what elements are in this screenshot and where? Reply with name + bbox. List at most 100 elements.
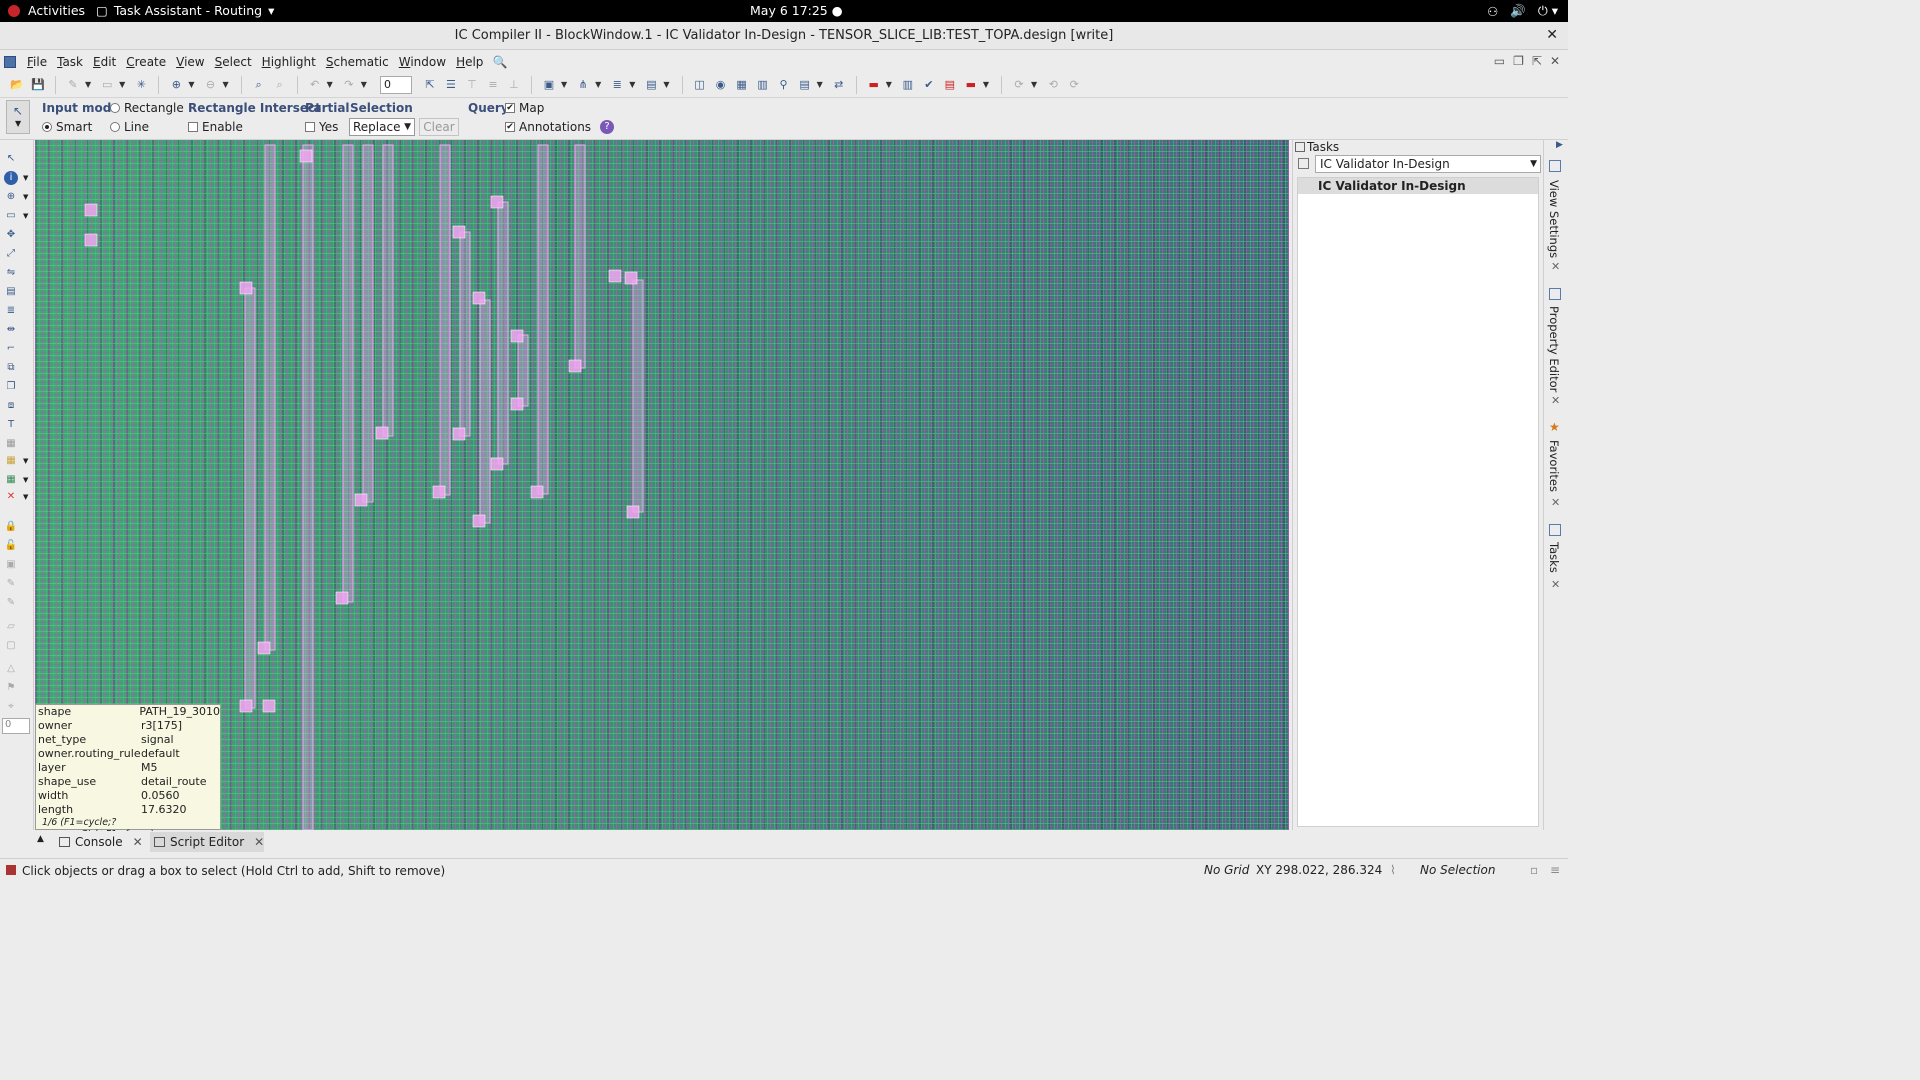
dropdown-arrow[interactable]: ▼ [23, 193, 28, 201]
highlighted-route[interactable] [517, 334, 529, 407]
zoom-area-icon[interactable]: ⊖ [201, 76, 219, 94]
search-icon[interactable]: 🔍 [492, 55, 507, 69]
dropdown-arrow[interactable]: ▼ [119, 80, 125, 89]
delete-icon[interactable]: ✕ [4, 490, 18, 504]
copy-icon[interactable]: ⧉ [4, 361, 18, 375]
highlighted-route[interactable] [342, 144, 354, 603]
highlighted-via[interactable] [490, 457, 504, 471]
highlighted-via[interactable] [452, 225, 466, 239]
highlighted-via[interactable] [472, 291, 486, 305]
tab-console[interactable]: Console ✕ [55, 832, 143, 852]
dropdown-arrow[interactable]: ▼ [886, 80, 892, 89]
dropdown-arrow[interactable]: ▼ [222, 80, 228, 89]
menu-select[interactable]: Select [210, 55, 257, 69]
menu-help[interactable]: Help [451, 55, 488, 69]
redo-icon[interactable]: ↷ [340, 76, 358, 94]
map-checkbox[interactable]: ✔ Map [505, 101, 544, 115]
highlighted-via[interactable] [624, 271, 638, 285]
float-icon[interactable]: ⇱ [1532, 54, 1542, 68]
stretch-icon[interactable]: ⤢ [4, 247, 18, 261]
group-icon[interactable]: ⧈ [4, 399, 18, 413]
drc-icon[interactable]: ▬ [865, 76, 883, 94]
menu-edit[interactable]: Edit [88, 55, 121, 69]
highlighted-route[interactable] [497, 201, 509, 465]
compare-icon[interactable]: ⇄ [830, 76, 848, 94]
flag-icon[interactable]: ⚑ [4, 681, 18, 695]
edit-icon[interactable]: ✎ [4, 577, 18, 591]
icv-icon[interactable]: ▬ [962, 76, 980, 94]
dropdown-arrow[interactable]: ▼ [23, 457, 28, 465]
dropdown-arrow[interactable]: ▼ [629, 80, 635, 89]
highlighted-via[interactable] [530, 485, 544, 499]
zoom-fit-icon[interactable]: ⊕ [167, 76, 185, 94]
clock[interactable]: May 6 17:25 ● [750, 3, 843, 18]
annotations-checkbox[interactable]: ✔ Annotations [505, 120, 591, 134]
help-icon[interactable]: ? [600, 120, 614, 134]
net-icon[interactable]: ▦ [4, 473, 18, 487]
ruler-icon[interactable]: ▤ [4, 285, 18, 299]
snap-icon[interactable]: ▣ [4, 558, 18, 572]
highlighted-via[interactable] [239, 281, 253, 295]
tile-icon[interactable]: ▭ [1494, 54, 1505, 68]
dropdown-arrow[interactable]: ▼ [23, 174, 28, 182]
clear-button[interactable]: Clear [419, 118, 459, 136]
task-select[interactable]: IC Validator In-Design ▼ [1315, 155, 1541, 173]
eraser-icon[interactable]: ▭ [98, 76, 116, 94]
zoom-icon[interactable]: ⊕ [4, 190, 18, 204]
highlighted-via[interactable] [510, 397, 524, 411]
highlighted-via[interactable] [84, 233, 98, 247]
dropdown-arrow[interactable]: ▼ [85, 80, 91, 89]
warning-icon[interactable]: △ [4, 662, 18, 676]
route-icon[interactable]: ⌐ [4, 342, 18, 356]
close-icon[interactable]: ✕ [1550, 54, 1560, 68]
layer-spinner[interactable]: 0 [2, 718, 30, 734]
pencil-icon[interactable]: ✎ [64, 76, 82, 94]
broom-icon[interactable]: ⌇ [1390, 863, 1396, 877]
highlighted-route[interactable] [459, 231, 471, 437]
menu-schematic[interactable]: Schematic [321, 55, 394, 69]
partial-yes-checkbox[interactable]: Yes [305, 120, 338, 134]
list-icon[interactable]: ☰ [442, 76, 460, 94]
chat-icon[interactable]: ▣ [540, 76, 558, 94]
highlighted-via[interactable] [490, 195, 504, 209]
menu-task[interactable]: Task [52, 55, 88, 69]
select-tool-icon[interactable]: ⇱ [421, 76, 439, 94]
open-icon[interactable]: 📂 [8, 76, 26, 94]
close-icon[interactable]: ✕ [133, 835, 143, 849]
info-icon[interactable]: i [4, 171, 18, 185]
error-list-icon[interactable]: ▤ [941, 76, 959, 94]
dropdown-arrow[interactable]: ▼ [188, 80, 194, 89]
dropdown-arrow[interactable]: ▼ [361, 80, 367, 89]
highlighted-route[interactable] [244, 287, 256, 709]
highlighted-route[interactable] [632, 279, 644, 513]
move-icon[interactable]: ✥ [4, 228, 18, 242]
report-icon[interactable]: ▥ [899, 76, 917, 94]
layer-tool-icon[interactable]: ▦ [4, 437, 18, 451]
highlighted-via[interactable] [335, 591, 349, 605]
mirror-icon[interactable]: ⇋ [4, 266, 18, 280]
close-icon[interactable]: ✕ [1551, 260, 1560, 273]
align-top-icon[interactable]: ⊤ [463, 76, 481, 94]
dropdown-arrow[interactable]: ▼ [983, 80, 989, 89]
rectangle-tool-icon[interactable]: ▭ [4, 209, 18, 223]
selection-mode-select[interactable]: Replace ▼ [349, 118, 415, 136]
enable-checkbox[interactable]: Enable [188, 120, 243, 134]
highlighted-via[interactable] [626, 505, 640, 519]
highlighted-via[interactable] [257, 641, 271, 655]
close-icon[interactable]: ✕ [1551, 394, 1560, 407]
align-middle-icon[interactable]: ≡ [484, 76, 502, 94]
select-mode-button[interactable]: ↖ ▼ [6, 100, 30, 134]
target-icon[interactable]: ⌖ [4, 700, 18, 714]
highlighted-route[interactable] [439, 144, 451, 496]
eye-icon[interactable]: ◉ [712, 76, 730, 94]
collapse-arrow-icon[interactable]: ▶ [1556, 140, 1563, 150]
script-step-icon[interactable]: ⟲ [1044, 76, 1062, 94]
dropdown-arrow[interactable]: ▼ [327, 80, 333, 89]
align-bottom-icon[interactable]: ⊥ [505, 76, 523, 94]
highlighted-route[interactable] [479, 299, 491, 524]
level-spinner[interactable]: 0 [379, 75, 412, 94]
rectangle-radio[interactable]: Rectangle [110, 101, 184, 115]
highlighted-route[interactable] [537, 144, 549, 495]
menu-file[interactable]: File [22, 55, 52, 69]
undo-icon[interactable]: ↶ [306, 76, 324, 94]
